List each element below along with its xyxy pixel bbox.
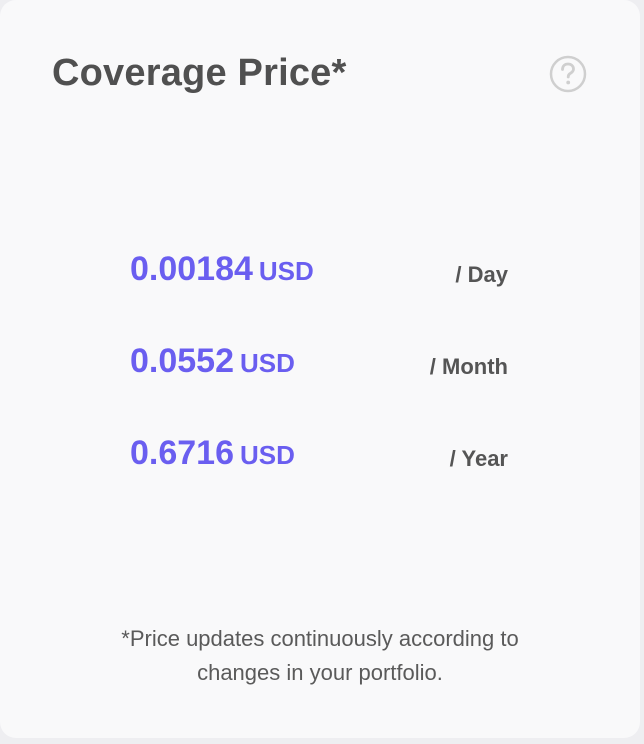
price-period: / Day	[455, 262, 508, 287]
price-row-year: 0.6716 USD / Year	[0, 434, 640, 478]
price-footnote: *Price updates continuously according to…	[0, 622, 640, 690]
price-period: / Month	[429, 354, 508, 379]
footnote-line: *Price updates continuously according to	[121, 626, 519, 651]
amount-unit: USD	[258, 256, 314, 286]
price-amount: 0.0552 USD	[130, 342, 295, 381]
price-row-day: 0.00184 USD / Day	[0, 250, 640, 294]
question-circle-icon[interactable]	[548, 54, 588, 94]
price-amount: 0.00184 USD	[130, 250, 314, 289]
price-row-month: 0.0552 USD / Month	[0, 342, 640, 386]
amount-value: 0.6716	[130, 434, 234, 472]
amount-unit: USD	[240, 348, 295, 378]
price-amount: 0.6716 USD	[130, 434, 295, 473]
price-period: / Year	[449, 446, 508, 471]
amount-value: 0.00184	[130, 250, 253, 288]
card-title: Coverage Price*	[52, 52, 347, 94]
amount-value: 0.0552	[130, 342, 234, 380]
coverage-price-card: Coverage Price* 0.00184 USD / Day 0.0552 U…	[0, 0, 640, 738]
amount-unit: USD	[240, 440, 295, 470]
footnote-line: changes in your portfolio.	[197, 660, 443, 685]
